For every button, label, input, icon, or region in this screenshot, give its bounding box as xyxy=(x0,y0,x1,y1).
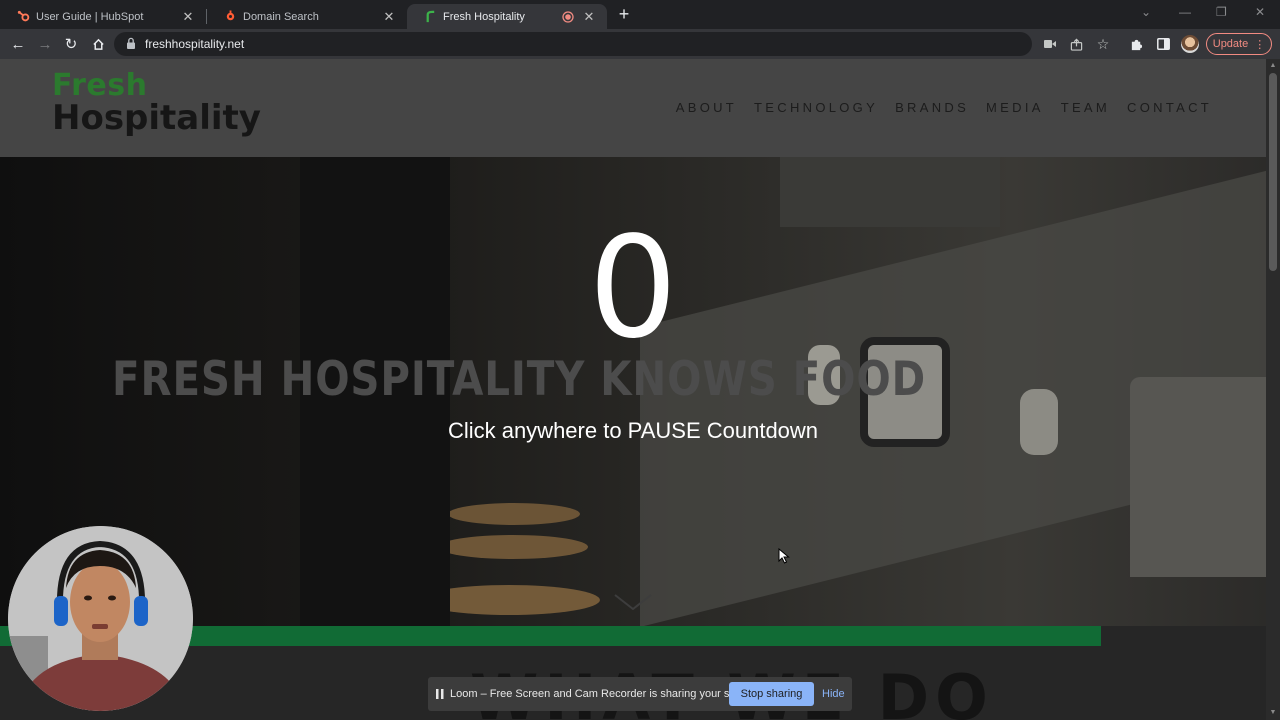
nav-team[interactable]: TEAM xyxy=(1061,100,1110,115)
tab-search-chevron-icon[interactable]: ⌄ xyxy=(1141,5,1151,19)
update-label: Update xyxy=(1212,38,1249,50)
tab-fresh-hospitality[interactable]: Fresh Hospitality ✕ xyxy=(407,4,607,29)
home-icon[interactable] xyxy=(88,34,108,54)
close-window-icon[interactable]: ✕ xyxy=(1255,5,1265,19)
scrollbar-thumb[interactable] xyxy=(1269,73,1277,271)
countdown-number: 0 xyxy=(588,207,678,370)
address-bar[interactable]: freshhospitality.net xyxy=(114,32,1032,56)
close-tab-icon[interactable]: ✕ xyxy=(180,9,196,25)
fresh-hospitality-icon xyxy=(423,10,437,24)
site-header: Fresh Hospitality ABOUT TECHNOLOGY BRAND… xyxy=(0,59,1266,157)
mouse-pointer-icon xyxy=(778,548,790,564)
new-tab-plus-icon[interactable]: + xyxy=(614,5,634,25)
hero-stool xyxy=(438,535,588,559)
hero-headline: FRESH HOSPITALITY KNOWS FOOD xyxy=(112,352,926,407)
main-nav: ABOUT TECHNOLOGY BRANDS MEDIA TEAM CONTA… xyxy=(676,100,1212,115)
close-tab-icon[interactable]: ✕ xyxy=(581,9,597,25)
webcam-bubble[interactable] xyxy=(8,526,193,711)
tab-user-guide[interactable]: User Guide | HubSpot ✕ xyxy=(0,4,206,29)
side-panel-icon[interactable] xyxy=(1155,36,1171,52)
minimize-icon[interactable]: — xyxy=(1179,5,1191,19)
extensions-puzzle-icon[interactable] xyxy=(1128,36,1144,52)
scroll-down-chevron-icon[interactable] xyxy=(614,594,652,610)
scroll-down-arrow-icon[interactable]: ▼ xyxy=(1269,709,1277,716)
recording-indicator-icon xyxy=(561,10,575,24)
maximize-icon[interactable]: ❐ xyxy=(1216,5,1227,19)
url-text: freshhospitality.net xyxy=(145,37,245,51)
sharing-message: Loom – Free Screen and Cam Recorder is s… xyxy=(450,688,760,700)
nav-technology[interactable]: TECHNOLOGY xyxy=(754,100,878,115)
share-icon[interactable] xyxy=(1068,36,1084,52)
close-tab-icon[interactable]: ✕ xyxy=(381,9,397,25)
nav-contact[interactable]: CONTACT xyxy=(1127,100,1212,115)
hubspot-sprocket-icon xyxy=(223,10,237,24)
browser-toolbar: ← → ↻ freshhospitality.net ☆ Update ⋮ xyxy=(0,29,1280,59)
forward-arrow-icon[interactable]: → xyxy=(35,34,55,54)
bookmark-star-icon[interactable]: ☆ xyxy=(1095,36,1111,52)
profile-avatar[interactable] xyxy=(1181,35,1199,53)
reload-icon[interactable]: ↻ xyxy=(61,34,81,54)
logo-line-hospitality: Hospitality xyxy=(52,98,261,138)
presenter-video-frame xyxy=(8,526,193,711)
tab-strip: User Guide | HubSpot ✕ Domain Search ✕ F… xyxy=(0,0,1280,29)
nav-about[interactable]: ABOUT xyxy=(676,100,737,115)
stop-sharing-button[interactable]: Stop sharing xyxy=(729,682,814,706)
update-button[interactable]: Update ⋮ xyxy=(1206,33,1272,55)
back-arrow-icon[interactable]: ← xyxy=(8,34,28,54)
hubspot-icon xyxy=(16,10,30,24)
pause-icon[interactable] xyxy=(436,689,444,699)
more-menu-icon: ⋮ xyxy=(1254,38,1266,51)
tab-title: Domain Search xyxy=(243,10,319,23)
hero-stool xyxy=(448,503,580,525)
tab-domain-search[interactable]: Domain Search ✕ xyxy=(207,4,407,29)
hide-button[interactable]: Hide xyxy=(822,688,845,700)
tab-title: User Guide | HubSpot xyxy=(36,10,144,23)
fresh-hospitality-logo[interactable]: Fresh Hospitality xyxy=(52,70,261,138)
hero-window-light xyxy=(780,157,1000,227)
camera-icon[interactable] xyxy=(1042,36,1058,52)
nav-brands[interactable]: BRANDS xyxy=(895,100,969,115)
page-scrollbar[interactable]: ▲ ▼ xyxy=(1266,59,1280,720)
tab-title: Fresh Hospitality xyxy=(443,10,525,23)
nav-media[interactable]: MEDIA xyxy=(986,100,1044,115)
countdown-caption: Click anywhere to PAUSE Countdown xyxy=(447,418,819,443)
hero-video-background[interactable]: 0 FRESH HOSPITALITY KNOWS FOOD Click any… xyxy=(0,157,1266,626)
hero-booth xyxy=(1130,377,1266,577)
screen-sharing-notification: Loom – Free Screen and Cam Recorder is s… xyxy=(428,677,852,711)
lock-icon[interactable] xyxy=(126,37,138,51)
scroll-up-arrow-icon[interactable]: ▲ xyxy=(1269,62,1277,69)
